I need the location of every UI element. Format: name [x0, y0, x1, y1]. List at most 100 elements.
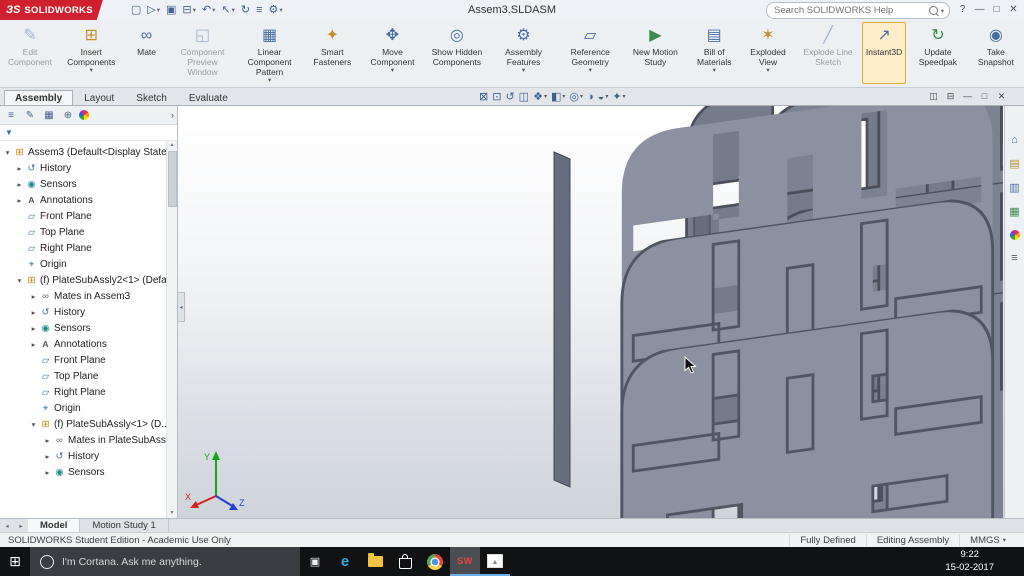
take-snapshot-button[interactable]: ◉ Take Snapshot — [970, 22, 1022, 84]
taskbar-clock[interactable]: 9:22 15-02-2017 — [945, 547, 1024, 576]
expand-caret-icon[interactable]: ▾ — [28, 420, 39, 429]
scroll-up-icon[interactable]: ▴ — [170, 141, 173, 150]
start-button[interactable]: ⊞ — [0, 547, 30, 576]
configurationmanager-tab[interactable]: ▦ — [41, 110, 57, 121]
tab-scroll-left-button[interactable]: ◂ — [0, 519, 14, 532]
rebuild-button[interactable]: ↻ — [239, 2, 252, 19]
new-motion-study-button[interactable]: ▶ New Motion Study — [624, 22, 686, 84]
options-button[interactable]: ⚙ ▾ — [267, 2, 285, 19]
save-button[interactable]: ▣ — [164, 2, 178, 19]
section-view-button[interactable]: ◫ — [518, 89, 530, 104]
edit-appearance-button[interactable]: ◑ — [586, 89, 595, 104]
units-selector[interactable]: MMGS ▾ — [959, 534, 1016, 546]
displaymanager-tab[interactable] — [79, 110, 89, 120]
tree-item-annotations[interactable]: ▸ A Annotations — [0, 336, 177, 352]
chevron-down-icon[interactable]: ▾ — [522, 67, 525, 75]
file-explorer-button[interactable] — [360, 547, 390, 576]
tree-item-platesubassly2[interactable]: ▾ ⊞ (f) PlateSubAssly2<1> (Defa... — [0, 272, 177, 288]
tree-item-origin[interactable]: ⌖ Origin — [0, 256, 177, 272]
print-button[interactable]: ⊟ ▾ — [180, 2, 197, 19]
tree-item-mates-in-platesubassly2[interactable]: ▸ ∞ Mates in PlateSubAssly2 — [0, 432, 177, 448]
tab-model[interactable]: Model — [28, 519, 81, 532]
expand-caret-icon[interactable]: ▸ — [42, 468, 53, 477]
assembly-features-button[interactable]: ⚙ Assembly Features ▾ — [491, 22, 556, 84]
dimxpertmanager-tab[interactable]: ⊕ — [60, 110, 76, 121]
scroll-down-icon[interactable]: ▾ — [170, 509, 173, 518]
expand-caret-icon[interactable]: ▸ — [28, 308, 39, 317]
chevron-down-icon[interactable]: ▾ — [713, 67, 716, 75]
chevron-down-icon[interactable]: ▾ — [941, 7, 944, 15]
chevron-down-icon[interactable]: ▾ — [589, 67, 592, 75]
panel-collapse-handle[interactable]: ◂ — [178, 292, 185, 322]
help-button[interactable]: ? — [954, 0, 971, 20]
doc-minimize-button[interactable]: — — [961, 89, 974, 104]
display-style-button[interactable]: ◧ ▾ — [550, 89, 566, 104]
split-pane-icon[interactable]: ⊟ — [944, 89, 957, 104]
chevron-down-icon[interactable]: ▾ — [90, 67, 93, 75]
solidworks-taskbar-button[interactable]: SW — [450, 547, 480, 576]
new-button[interactable]: ▢ — [129, 2, 143, 19]
tree-item-top-plane[interactable]: ▱ Top Plane — [0, 224, 177, 240]
appearances-icon[interactable] — [1009, 230, 1020, 240]
expand-caret-icon[interactable]: ▸ — [42, 436, 53, 445]
split-pane-icon[interactable]: ◫ — [927, 89, 940, 104]
tab-assembly[interactable]: Assembly — [4, 90, 74, 105]
tree-item-history[interactable]: ▸ ↺ History — [0, 304, 177, 320]
zoom-to-area-button[interactable]: ⊡ — [491, 89, 502, 104]
tree-item-front-plane[interactable]: ▱ Front Plane — [0, 352, 177, 368]
tab-layout[interactable]: Layout — [73, 90, 125, 105]
doc-close-button[interactable]: ✕ — [995, 89, 1008, 104]
expand-caret-icon[interactable]: ▸ — [42, 452, 53, 461]
scrollbar-thumb[interactable] — [167, 151, 177, 207]
edit-component-button[interactable]: ✎ Edit Component — [2, 22, 58, 84]
maximize-button[interactable]: □ — [988, 0, 1005, 20]
expand-caret-icon[interactable]: ▾ — [2, 148, 13, 157]
tree-item-origin[interactable]: ⌖ Origin — [0, 400, 177, 416]
tree-item-right-plane[interactable]: ▱ Right Plane — [0, 384, 177, 400]
tree-item-assem3[interactable]: ▾ ⊞ Assem3 (Default<Display State-1 — [0, 144, 177, 160]
instant3d-button[interactable]: ↗ Instant3D — [862, 22, 907, 84]
tree-scrollbar[interactable]: ▴ ▾ — [166, 141, 177, 518]
undo-button[interactable]: ↶ ▾ — [200, 2, 217, 19]
zoom-to-fit-button[interactable]: ⊠ — [478, 89, 489, 104]
home-icon[interactable]: ⌂ — [1011, 134, 1018, 146]
view-orientation-button[interactable]: ❖ ▾ — [532, 89, 548, 104]
tree-item-history[interactable]: ▸ ↺ History — [0, 160, 177, 176]
doc-restore-button[interactable]: □ — [978, 89, 991, 104]
chevron-right-icon[interactable]: › — [171, 110, 174, 120]
expand-caret-icon[interactable]: ▸ — [28, 340, 39, 349]
smart-fasteners-button[interactable]: ✦ Smart Fasteners — [304, 22, 361, 84]
tree-item-mates-in-assem3[interactable]: ▸ ∞ Mates in Assem3 — [0, 288, 177, 304]
tree-item-annotations[interactable]: ▸ A Annotations — [0, 192, 177, 208]
view-settings-button[interactable]: ✦ ▾ — [611, 89, 626, 104]
search-icon[interactable] — [928, 6, 938, 15]
chrome-button[interactable] — [420, 547, 450, 576]
show-hidden-components-button[interactable]: ◎ Show Hidden Components — [424, 22, 490, 84]
component-preview-window-button[interactable]: ◱ Component Preview Window — [170, 22, 236, 84]
graphics-area[interactable]: ◂ Y X Z — [178, 106, 1004, 518]
tree-item-sensors[interactable]: ▸ ◉ Sensors — [0, 464, 177, 480]
expand-caret-icon[interactable]: ▸ — [28, 292, 39, 301]
exploded-view-button[interactable]: ✶ Exploded View ▾ — [742, 22, 794, 84]
tab-motion-study-1[interactable]: Motion Study 1 — [80, 519, 169, 532]
reference-geometry-button[interactable]: ▱ Reference Geometry ▾ — [557, 22, 623, 84]
featuremanager-tab[interactable]: ≡ — [3, 110, 19, 121]
expand-caret-icon[interactable]: ▸ — [14, 164, 25, 173]
apply-scene-button[interactable]: ◒ ▾ — [597, 89, 610, 104]
move-component-button[interactable]: ✥ Move Component ▾ — [362, 22, 423, 84]
expand-caret-icon[interactable]: ▾ — [14, 276, 25, 285]
custom-properties-icon[interactable]: ≡ — [1011, 252, 1017, 264]
cortana-search-box[interactable]: I'm Cortana. Ask me anything. — [30, 547, 300, 576]
previous-view-button[interactable]: ↺ — [504, 89, 515, 104]
mate-button[interactable]: ∞ Mate — [125, 22, 169, 84]
select-button[interactable]: ↖ ▾ — [219, 2, 236, 19]
tree-item-right-plane[interactable]: ▱ Right Plane — [0, 240, 177, 256]
tree-item-front-plane[interactable]: ▱ Front Plane — [0, 208, 177, 224]
tab-evaluate[interactable]: Evaluate — [178, 90, 239, 105]
minimize-button[interactable]: — — [971, 0, 988, 20]
assembly-3d-model[interactable] — [553, 106, 1003, 518]
tree-item-sensors[interactable]: ▸ ◉ Sensors — [0, 176, 177, 192]
tree-item-platesubassly[interactable]: ▾ ⊞ (f) PlateSubAssly<1> (D... — [0, 416, 177, 432]
tree-item-sensors[interactable]: ▸ ◉ Sensors — [0, 320, 177, 336]
update-speedpak-button[interactable]: ↻ Update Speedpak — [907, 22, 969, 84]
